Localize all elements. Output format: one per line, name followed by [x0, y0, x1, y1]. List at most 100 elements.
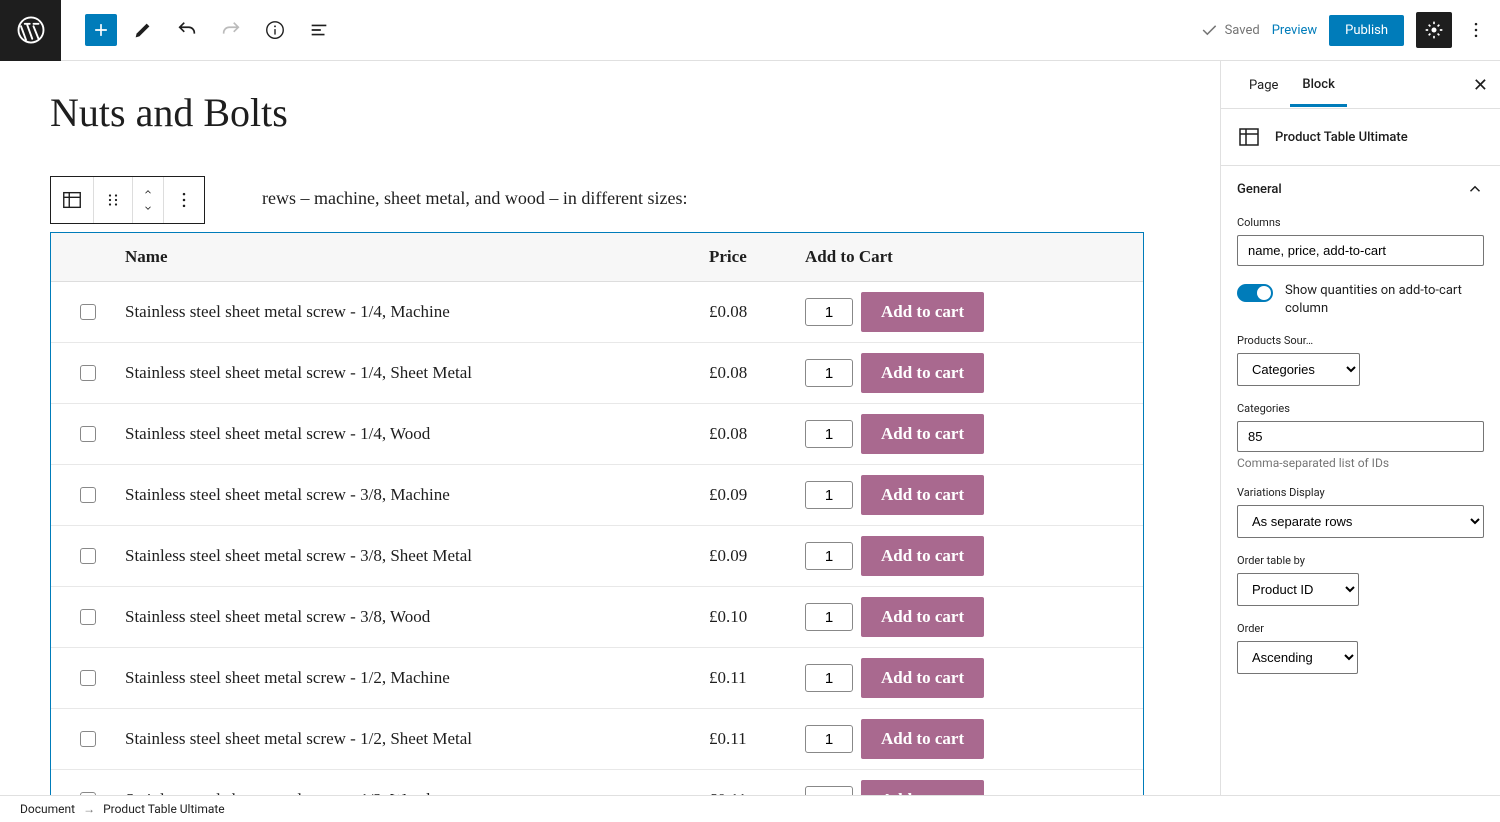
product-name: Stainless steel sheet metal screw - 1/4,…	[125, 363, 709, 383]
breadcrumb-root[interactable]: Document	[20, 802, 75, 816]
product-price: £0.11	[709, 668, 805, 688]
table-row: Stainless steel sheet metal screw - 3/8,…	[51, 587, 1143, 648]
header-name: Name	[125, 247, 709, 267]
edit-icon[interactable]	[125, 12, 161, 48]
add-block-button[interactable]	[85, 14, 117, 46]
publish-button[interactable]: Publish	[1329, 15, 1404, 46]
settings-button[interactable]	[1416, 12, 1452, 48]
add-to-cart-button[interactable]: Add to cart	[861, 414, 984, 454]
add-to-cart-button[interactable]: Add to cart	[861, 475, 984, 515]
variations-label: Variations Display	[1237, 486, 1484, 499]
intro-text[interactable]: rews – machine, sheet metal, and wood – …	[262, 188, 688, 209]
show-quantities-label: Show quantities on add-to-cart column	[1285, 282, 1484, 318]
preview-link[interactable]: Preview	[1272, 23, 1317, 38]
categories-help: Comma-separated list of IDs	[1237, 456, 1484, 470]
product-price: £0.09	[709, 546, 805, 566]
tab-page[interactable]: Page	[1237, 64, 1290, 105]
wordpress-logo[interactable]	[0, 0, 61, 61]
add-to-cart-button[interactable]: Add to cart	[861, 292, 984, 332]
row-checkbox[interactable]	[80, 548, 96, 564]
products-source-select[interactable]: Categories	[1237, 353, 1360, 386]
order-select[interactable]: Ascending	[1237, 641, 1358, 674]
block-toolbar	[50, 176, 205, 224]
settings-sidebar: Page Block ✕ Product Table Ultimate Gene…	[1220, 61, 1500, 795]
panel-general[interactable]: General	[1221, 165, 1500, 212]
table-row: Stainless steel sheet metal screw - 3/8,…	[51, 526, 1143, 587]
row-checkbox[interactable]	[80, 731, 96, 747]
quantity-input[interactable]	[805, 359, 853, 387]
outline-icon[interactable]	[301, 12, 337, 48]
quantity-input[interactable]	[805, 298, 853, 326]
row-checkbox[interactable]	[80, 792, 96, 795]
redo-icon[interactable]	[213, 12, 249, 48]
row-checkbox[interactable]	[80, 365, 96, 381]
row-checkbox[interactable]	[80, 487, 96, 503]
close-sidebar-icon[interactable]: ✕	[1473, 75, 1488, 96]
product-name: Stainless steel sheet metal screw - 3/8,…	[125, 546, 709, 566]
products-source-label: Products Sour…	[1237, 334, 1484, 347]
product-price: £0.08	[709, 363, 805, 383]
saved-indicator: Saved	[1199, 20, 1260, 40]
table-row: Stainless steel sheet metal screw - 1/4,…	[51, 343, 1143, 404]
quantity-input[interactable]	[805, 481, 853, 509]
table-row: Stainless steel sheet metal screw - 1/4,…	[51, 282, 1143, 343]
row-checkbox[interactable]	[80, 304, 96, 320]
quantity-input[interactable]	[805, 786, 853, 795]
quantity-input[interactable]	[805, 420, 853, 448]
orderby-label: Order table by	[1237, 554, 1484, 567]
more-icon[interactable]	[1464, 12, 1488, 48]
tab-block[interactable]: Block	[1290, 63, 1346, 107]
product-name: Stainless steel sheet metal screw - 1/4,…	[125, 424, 709, 444]
table-row: Stainless steel sheet metal screw - 1/2,…	[51, 770, 1143, 795]
variations-select[interactable]: As separate rows	[1237, 505, 1484, 538]
orderby-select[interactable]: Product ID	[1237, 573, 1359, 606]
breadcrumb-current[interactable]: Product Table Ultimate	[103, 802, 225, 816]
header-cart: Add to Cart	[805, 247, 1143, 267]
table-row: Stainless steel sheet metal screw - 1/2,…	[51, 709, 1143, 770]
page-title[interactable]: Nuts and Bolts	[50, 89, 1220, 136]
block-type-icon[interactable]	[51, 177, 94, 223]
block-name: Product Table Ultimate	[1275, 130, 1408, 145]
add-to-cart-button[interactable]: Add to cart	[861, 353, 984, 393]
product-name: Stainless steel sheet metal screw - 3/8,…	[125, 607, 709, 627]
product-name: Stainless steel sheet metal screw - 1/4,…	[125, 302, 709, 322]
breadcrumb: Document → Product Table Ultimate	[0, 795, 1500, 822]
add-to-cart-button[interactable]: Add to cart	[861, 536, 984, 576]
product-price: £0.08	[709, 302, 805, 322]
product-table-block[interactable]: Name Price Add to Cart Stainless steel s…	[50, 232, 1144, 795]
show-quantities-toggle[interactable]	[1237, 284, 1273, 302]
order-label: Order	[1237, 622, 1484, 635]
block-more-icon[interactable]	[164, 177, 204, 223]
undo-icon[interactable]	[169, 12, 205, 48]
quantity-input[interactable]	[805, 664, 853, 692]
add-to-cart-button[interactable]: Add to cart	[861, 780, 984, 795]
table-header: Name Price Add to Cart	[51, 233, 1143, 282]
move-down-icon[interactable]	[141, 200, 155, 216]
editor-canvas: Nuts and Bolts	[0, 61, 1220, 795]
table-row: Stainless steel sheet metal screw - 1/2,…	[51, 648, 1143, 709]
columns-label: Columns	[1237, 216, 1484, 229]
categories-input[interactable]	[1237, 421, 1484, 452]
arrow-icon: →	[83, 802, 95, 816]
row-checkbox[interactable]	[80, 426, 96, 442]
table-row: Stainless steel sheet metal screw - 3/8,…	[51, 465, 1143, 526]
row-checkbox[interactable]	[80, 609, 96, 625]
product-name: Stainless steel sheet metal screw - 1/2,…	[125, 668, 709, 688]
add-to-cart-button[interactable]: Add to cart	[861, 597, 984, 637]
info-icon[interactable]	[257, 12, 293, 48]
quantity-input[interactable]	[805, 603, 853, 631]
columns-input[interactable]	[1237, 235, 1484, 266]
add-to-cart-button[interactable]: Add to cart	[861, 719, 984, 759]
drag-handle-icon[interactable]	[94, 177, 133, 223]
quantity-input[interactable]	[805, 542, 853, 570]
header-price: Price	[709, 247, 805, 267]
add-to-cart-button[interactable]: Add to cart	[861, 658, 984, 698]
row-checkbox[interactable]	[80, 670, 96, 686]
move-up-icon[interactable]	[141, 184, 155, 200]
categories-label: Categories	[1237, 402, 1484, 415]
block-icon	[1237, 125, 1261, 149]
product-price: £0.11	[709, 729, 805, 749]
product-price: £0.09	[709, 485, 805, 505]
quantity-input[interactable]	[805, 725, 853, 753]
top-bar: Saved Preview Publish	[0, 0, 1500, 61]
